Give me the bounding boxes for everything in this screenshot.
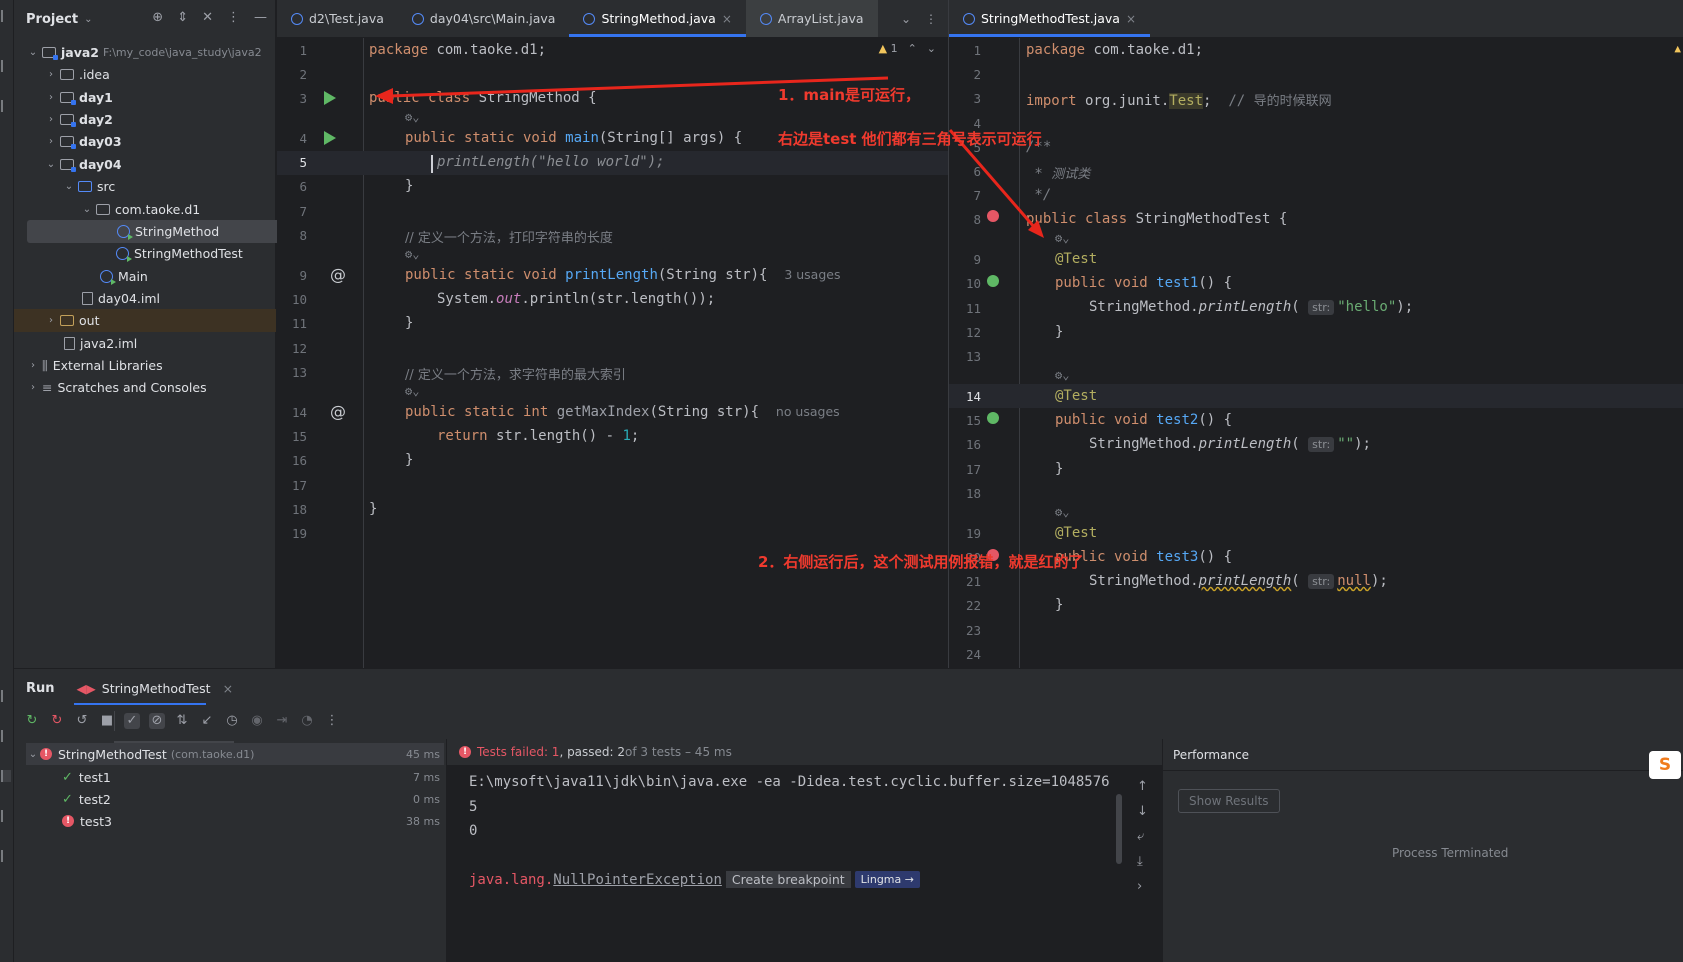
- tab-label: StringMethodTest: [101, 680, 211, 696]
- plugin-badge-icon[interactable]: S: [1649, 751, 1681, 779]
- chevron-right-icon[interactable]: ›: [1137, 879, 1148, 894]
- test-duration: 38 ms: [406, 814, 440, 828]
- test-duration: 0 ms: [413, 792, 440, 806]
- performance-title: Performance: [1163, 739, 1683, 771]
- test-row-test2[interactable]: ✓ test2 0 ms: [26, 788, 444, 810]
- tab-run-config[interactable]: ◀▶ StringMethodTest ×: [77, 681, 234, 696]
- summary-passed: , passed: 2: [559, 745, 626, 759]
- toggle-auto-test-icon[interactable]: ↺: [74, 713, 90, 729]
- test-row-test1[interactable]: ✓ test1 7 ms: [26, 766, 444, 788]
- lingma-button[interactable]: Lingma →: [854, 871, 920, 888]
- show-passed-icon[interactable]: ✓: [124, 713, 140, 729]
- arrow-up-icon[interactable]: ↑: [1137, 779, 1148, 794]
- exception-line: java.lang. NullPointerException Create br…: [469, 871, 920, 888]
- test-duration: 7 ms: [413, 770, 440, 784]
- close-icon[interactable]: ×: [223, 681, 233, 696]
- history-icon[interactable]: ◷: [224, 713, 240, 729]
- show-ignored-icon[interactable]: ⊘: [149, 713, 165, 729]
- rerun-failed-icon[interactable]: ↻: [49, 713, 65, 729]
- annotation-note: 右边是test 他们都有三角号表示可运行: [778, 130, 1042, 148]
- test-failed-icon: !: [459, 746, 471, 758]
- import-tests-icon[interactable]: ↙: [199, 713, 215, 729]
- test-duration: 45 ms: [406, 747, 440, 761]
- console-line: 0: [469, 823, 478, 839]
- run-panel-title[interactable]: Run: [26, 681, 55, 696]
- process-status: Process Terminated: [1392, 846, 1509, 860]
- coverage-icon[interactable]: ◔: [299, 713, 315, 729]
- performance-panel: Performance Show Results Process Termina…: [1162, 739, 1683, 962]
- test-name: test1: [78, 769, 111, 785]
- exception-prefix: java.lang.: [469, 871, 554, 888]
- more-icon[interactable]: ⋮: [324, 713, 340, 729]
- run-panel: Run ◀▶ StringMethodTest × ↻ ↻ ↺ ■ ✓ ⊘ ⇅ …: [14, 668, 1683, 962]
- stop-icon[interactable]: ■: [99, 713, 115, 729]
- test-passed-icon: ✓: [62, 791, 73, 807]
- scroll-to-end-icon[interactable]: ⤓: [1137, 854, 1148, 869]
- summary-rest: of 3 tests – 45 ms: [625, 745, 732, 759]
- test-row-test3[interactable]: ! test3 38 ms: [26, 810, 444, 832]
- annotation-note: 1．main是可运行，: [778, 86, 921, 104]
- camera-icon[interactable]: ◉: [249, 713, 265, 729]
- summary-failed: Tests failed: 1: [477, 745, 560, 759]
- test-name: test3: [80, 813, 112, 829]
- test-suite-name: StringMethodTest: [58, 746, 167, 762]
- test-summary: ! Tests failed: 1, passed: 2 of 3 tests …: [447, 739, 1162, 765]
- export-icon[interactable]: ⇥: [274, 713, 290, 729]
- annotation-note: 2．右侧运行后，这个测试用例报错，就是红的了: [758, 553, 1084, 571]
- test-suite-package: (com.taoke.d1): [170, 747, 255, 761]
- test-passed-icon: ✓: [62, 769, 73, 785]
- test-root-row[interactable]: ⌄ ! StringMethodTest (com.taoke.d1) 45 m…: [26, 743, 444, 765]
- rerun-icon[interactable]: ↻: [24, 713, 40, 729]
- sort-icon[interactable]: ⇅: [174, 713, 190, 729]
- test-failed-icon: !: [40, 748, 52, 760]
- arrow-down-icon[interactable]: ↓: [1137, 804, 1148, 819]
- console-scrollbar[interactable]: [1116, 794, 1122, 864]
- exception-link[interactable]: NullPointerException: [553, 872, 722, 888]
- create-breakpoint-button[interactable]: Create breakpoint: [725, 871, 851, 888]
- test-name: test2: [78, 791, 111, 807]
- test-config-icon: ◀▶: [76, 680, 96, 696]
- chevron-down-icon[interactable]: ⌄: [26, 749, 40, 760]
- console-line: 5: [469, 799, 478, 815]
- test-failed-icon: !: [62, 815, 74, 827]
- console-line: E:\mysoft\java11\jdk\bin\java.exe -ea -D…: [469, 774, 1119, 790]
- run-toolbar: ↻ ↻ ↺ ■ ✓ ⊘ ⇅ ↙ ◷ ◉ ⇥ ◔ ⋮: [24, 713, 340, 729]
- console[interactable]: ! Tests failed: 1, passed: 2 of 3 tests …: [447, 739, 1162, 962]
- show-results-button[interactable]: Show Results: [1178, 789, 1280, 813]
- soft-wrap-icon[interactable]: ⤶: [1137, 829, 1148, 844]
